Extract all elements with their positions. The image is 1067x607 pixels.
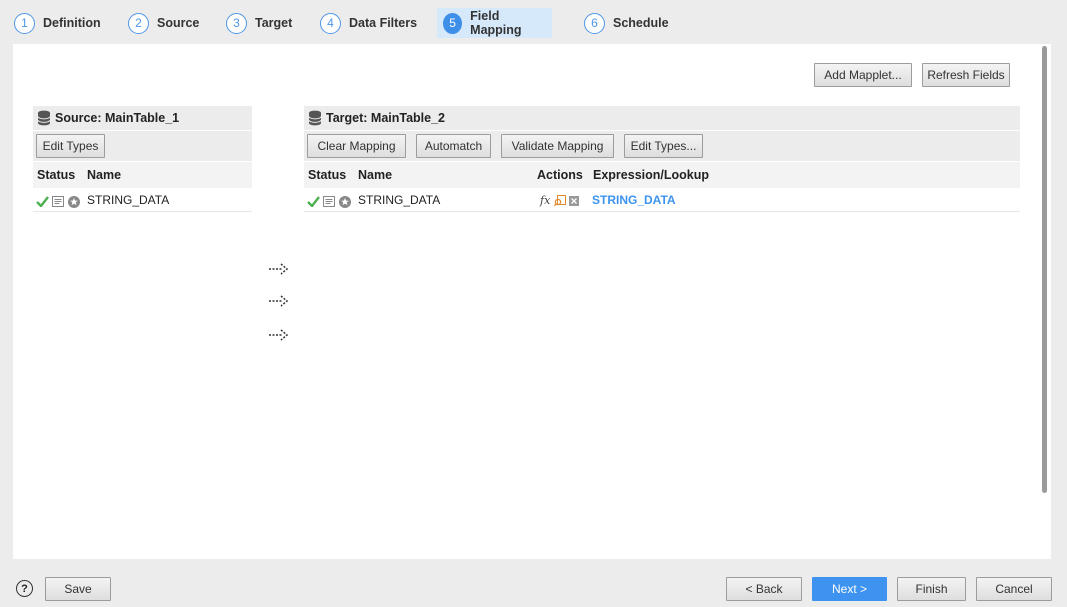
step-label: Source	[157, 16, 200, 30]
function-icon[interactable]: fx	[540, 194, 550, 207]
add-mapplet-button[interactable]: Add Mapplet...	[814, 63, 912, 87]
target-title: Target: MainTable_2	[326, 111, 446, 125]
save-button[interactable]: Save	[45, 577, 111, 601]
step-number: 3	[226, 12, 247, 34]
step-number: 5	[443, 12, 463, 34]
source-row[interactable]: STRING_DATA	[33, 188, 252, 212]
step-schedule[interactable]: 6 Schedule	[578, 8, 675, 38]
source-column-header: Status Name	[33, 162, 252, 188]
details-icon[interactable]	[52, 196, 65, 208]
expression-link[interactable]: STRING_DATA	[592, 193, 676, 207]
step-number: 4	[320, 12, 341, 34]
mapping-arrow-icon	[269, 295, 289, 307]
database-icon	[308, 110, 322, 126]
star-badge-icon	[67, 195, 80, 208]
status-column-header: Status	[37, 168, 76, 182]
actions-column-header: Actions	[537, 168, 583, 182]
source-edit-types-button[interactable]: Edit Types	[36, 134, 105, 158]
target-field-name: STRING_DATA	[358, 193, 441, 207]
step-number: 2	[128, 12, 149, 34]
expression-column-header: Expression/Lookup	[593, 168, 709, 182]
source-title: Source: MainTable_1	[55, 111, 180, 125]
star-badge-icon	[338, 195, 351, 208]
next-button[interactable]: Next >	[812, 577, 887, 601]
step-definition[interactable]: 1 Definition	[8, 8, 107, 38]
mapping-arrow-icon	[269, 329, 289, 341]
source-field-name: STRING_DATA	[87, 193, 170, 207]
details-icon[interactable]	[323, 196, 336, 208]
step-label: Schedule	[613, 16, 669, 30]
clear-mapping-button[interactable]: Clear Mapping	[307, 134, 406, 158]
status-column-header: Status	[308, 168, 347, 182]
database-icon	[37, 110, 51, 126]
check-icon	[307, 196, 320, 208]
step-number: 1	[14, 12, 35, 34]
mapping-arrow-icon	[269, 263, 289, 275]
step-label: Definition	[43, 16, 101, 30]
name-column-header: Name	[87, 168, 122, 182]
name-column-header: Name	[358, 168, 393, 182]
step-label: Field Mapping	[470, 9, 522, 37]
wizard-steps: 1 Definition 2 Source 3 Target 4 Data Fi…	[0, 0, 1067, 44]
target-edit-types-button[interactable]: Edit Types...	[624, 134, 703, 158]
lookup-icon[interactable]	[553, 194, 566, 207]
vertical-scrollbar[interactable]	[1042, 46, 1047, 493]
step-field-mapping[interactable]: 5 Field Mapping	[437, 8, 552, 38]
target-column-header: Status Name Actions Expression/Lookup	[304, 162, 1020, 188]
step-label: Target	[255, 16, 293, 30]
help-icon[interactable]: ?	[16, 580, 33, 597]
validate-mapping-button[interactable]: Validate Mapping	[501, 134, 614, 158]
refresh-fields-button[interactable]: Refresh Fields	[922, 63, 1010, 87]
check-icon	[36, 196, 49, 208]
step-label: Data Filters	[349, 16, 418, 30]
source-header: Source: MainTable_1	[33, 106, 252, 130]
step-data-filters[interactable]: 4 Data Filters	[314, 8, 423, 38]
step-target[interactable]: 3 Target	[220, 8, 298, 38]
cancel-button[interactable]: Cancel	[976, 577, 1052, 601]
target-header: Target: MainTable_2	[304, 106, 1020, 130]
back-button[interactable]: < Back	[726, 577, 802, 601]
finish-button[interactable]: Finish	[897, 577, 966, 601]
step-number: 6	[584, 12, 605, 34]
target-row[interactable]: STRING_DATA fx STRING_DATA	[304, 188, 1020, 212]
clear-icon[interactable]	[568, 195, 579, 206]
step-source[interactable]: 2 Source	[122, 8, 205, 38]
automatch-button[interactable]: Automatch	[416, 134, 491, 158]
